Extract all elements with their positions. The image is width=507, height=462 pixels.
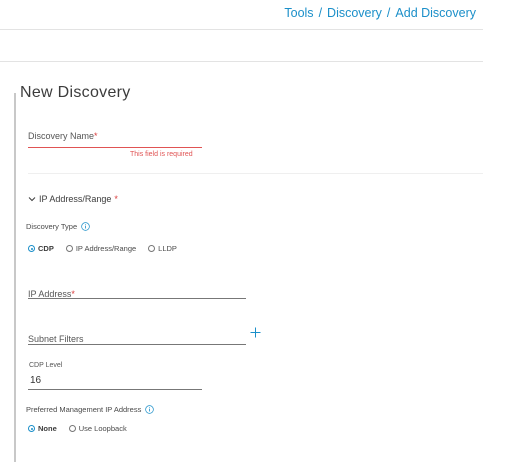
preferred-mgmt-label-text: Preferred Management IP Address (26, 405, 142, 414)
discovery-type-label-text: Discovery Type (26, 222, 78, 231)
radio-label: Use Loopback (78, 424, 127, 433)
discovery-name-label-text: Discovery Name (28, 131, 95, 141)
left-border (14, 93, 16, 462)
breadcrumb-tools[interactable]: Tools (284, 6, 313, 20)
ip-range-section-label: IP Address/Range (39, 194, 112, 204)
preferred-mgmt-none[interactable]: None (28, 424, 57, 433)
discovery-type-lldp[interactable]: LLDP (148, 244, 177, 253)
required-mark: * (114, 194, 118, 204)
radio-label: IP Address/Range (75, 244, 137, 253)
ip-address-field[interactable] (28, 298, 246, 299)
breadcrumb-separator: / (386, 6, 391, 20)
breadcrumb-discovery[interactable]: Discovery (327, 6, 382, 20)
add-subnet-filter-icon[interactable] (250, 327, 261, 338)
subnet-filters-field[interactable] (28, 344, 246, 345)
radio-selected-icon (28, 425, 35, 432)
preferred-mgmt-use-loopback[interactable]: Use Loopback (68, 424, 127, 433)
chevron-down-icon (28, 197, 36, 202)
breadcrumb-add-discovery: Add Discovery (395, 6, 476, 20)
preferred-mgmt-radio-group: None Use Loopback (28, 424, 139, 433)
header-divider (0, 29, 483, 30)
discovery-name-field[interactable] (28, 147, 202, 148)
preferred-mgmt-label: Preferred Management IP Address (26, 405, 155, 414)
radio-label: CDP (38, 244, 54, 253)
radio-unselected-icon (68, 425, 76, 432)
discovery-type-radio-group: CDP IP Address/Range LLDP (28, 244, 189, 253)
discovery-name-error: This field is required (130, 151, 193, 158)
cdp-level-field[interactable] (28, 389, 202, 390)
cdp-level-value[interactable]: 16 (30, 375, 41, 386)
radio-unselected-icon (65, 245, 73, 252)
ip-range-section-toggle[interactable]: IP Address/Range * (28, 194, 118, 204)
radio-unselected-icon (148, 245, 156, 252)
discovery-type-cdp[interactable]: CDP (28, 244, 54, 253)
breadcrumb-separator: / (318, 6, 323, 20)
breadcrumb: Tools / Discovery / Add Discovery (284, 6, 476, 20)
discovery-name-label: Discovery Name* (28, 131, 98, 141)
cdp-level-label: CDP Level (29, 362, 63, 369)
info-icon[interactable] (145, 405, 155, 414)
discovery-type-label: Discovery Type (26, 222, 90, 231)
radio-label: LLDP (158, 244, 177, 253)
radio-selected-icon (28, 245, 35, 252)
required-mark: * (94, 131, 98, 141)
subnet-filters-label: Subnet Filters (28, 334, 84, 344)
discovery-type-ip-range[interactable]: IP Address/Range (65, 244, 137, 253)
toolbar-divider (0, 61, 483, 62)
section-divider (28, 173, 483, 174)
page-title: New Discovery (20, 84, 131, 101)
info-icon[interactable] (81, 222, 90, 231)
radio-label: None (38, 424, 57, 433)
